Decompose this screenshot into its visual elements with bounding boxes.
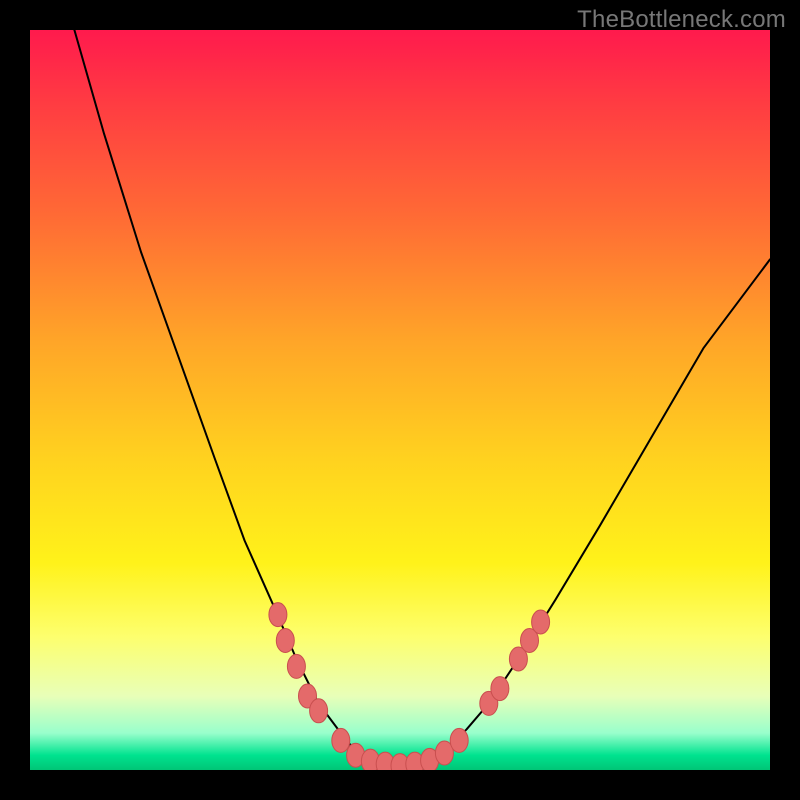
bottleneck-curve [74, 30, 770, 766]
chart-frame: TheBottleneck.com [0, 0, 800, 800]
data-markers [269, 603, 550, 770]
plot-area [30, 30, 770, 770]
data-marker [332, 728, 350, 752]
curve-layer [30, 30, 770, 770]
data-marker [287, 654, 305, 678]
data-marker [310, 699, 328, 723]
data-marker [532, 610, 550, 634]
data-marker [269, 603, 287, 627]
watermark-text: TheBottleneck.com [577, 6, 786, 34]
data-marker [450, 728, 468, 752]
data-marker [276, 629, 294, 653]
data-marker [491, 677, 509, 701]
